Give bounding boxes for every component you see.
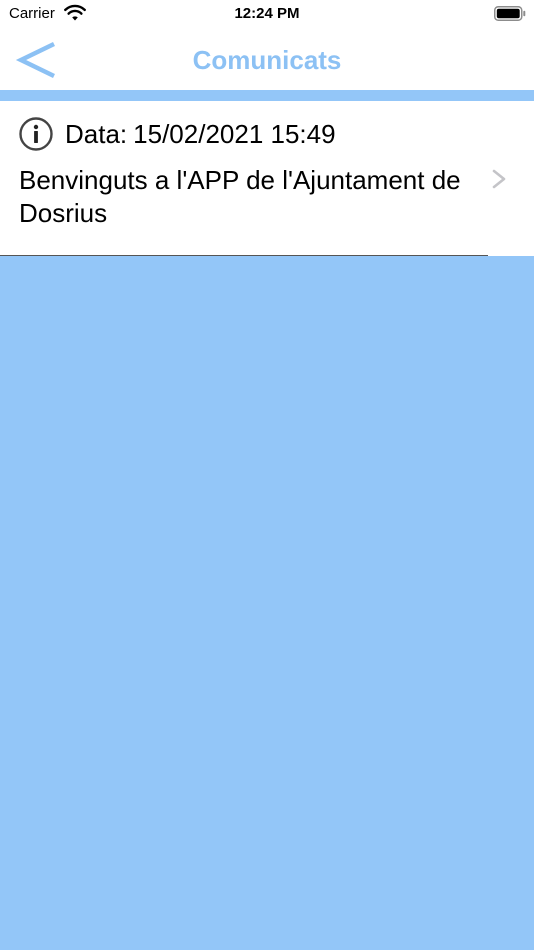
date-value: 15/02/2021 15:49 xyxy=(133,119,336,149)
date-label: Data: xyxy=(65,119,128,149)
row-divider-end xyxy=(488,255,534,256)
status-bar: Carrier 12:24 PM xyxy=(0,0,534,30)
page-title: Comunicats xyxy=(192,45,342,75)
status-time: 12:24 PM xyxy=(234,5,300,22)
battery-icon xyxy=(494,6,526,21)
navigation-bar: Comunicats xyxy=(0,30,534,90)
row-divider xyxy=(0,255,488,256)
chevron-right-icon xyxy=(492,169,506,189)
message-date: Data: 15/02/2021 15:49 xyxy=(65,119,336,150)
header-divider xyxy=(0,90,534,101)
message-title: Benvinguts a l'APP de l'Ajuntament de Do… xyxy=(19,165,461,228)
message-list-item[interactable]: Data: 15/02/2021 15:49 Benvinguts a l'APP… xyxy=(0,101,534,255)
info-icon xyxy=(19,117,53,151)
